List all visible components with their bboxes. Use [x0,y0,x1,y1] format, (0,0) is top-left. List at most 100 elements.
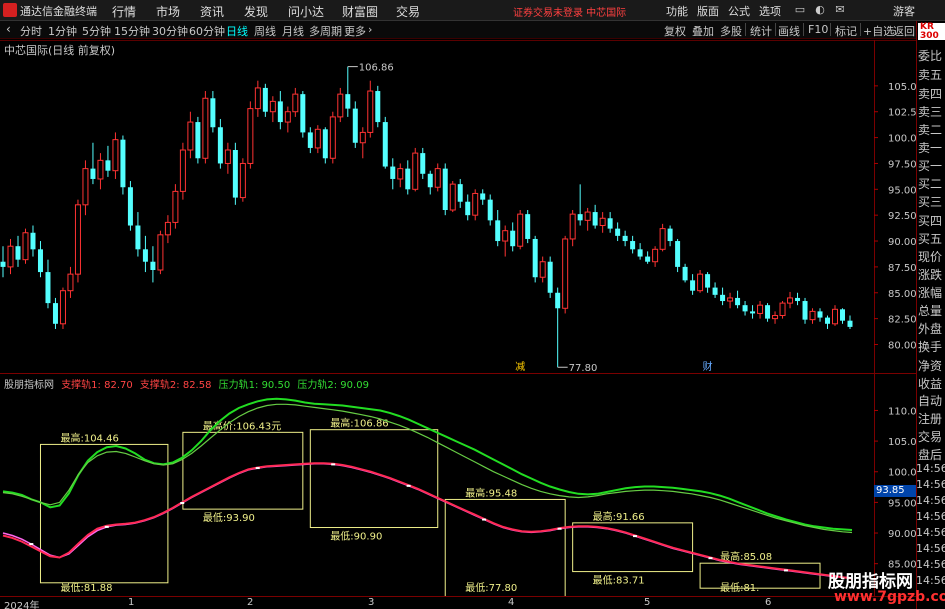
candle-body [547,261,553,293]
mark-button[interactable]: 标记 [835,23,857,39]
right-panel-label: 盘后 [918,448,943,462]
trade-time: 14:56 [916,574,945,587]
high-label: 106.86 [359,63,394,74]
kline-chart[interactable]: 105.0 102.5 100.0 97.50 95.00 92.50 90.00 87.50… [0,40,916,374]
right-panel-label: 注册 [918,412,943,426]
chevron-right-icon[interactable]: › [368,23,372,36]
indicator-name[interactable]: 股朋指标网 [4,380,54,391]
support-tick [633,535,638,538]
menu-item-market[interactable]: 行情 [112,3,136,20]
chevron-left-icon[interactable]: ‹ [6,22,11,36]
candle-body [772,315,779,320]
candle-body [52,303,58,324]
candle-body [817,311,823,318]
candle-body [457,184,463,202]
menu-item-assistant[interactable]: 问小达 [288,3,324,20]
back-button[interactable]: 返回 [893,23,915,39]
app-logo-icon [3,3,17,17]
menu-item-discover[interactable]: 发现 [244,3,268,20]
range-low-label: 最低:93.90 [203,511,255,524]
event-mark: 财 [703,360,713,373]
x-label: 6 [765,597,772,608]
right-panel-label: 买五 [918,232,943,246]
candle-body [637,249,643,257]
y-tick-label: 105.0 [888,437,916,448]
support-tick [255,467,260,470]
candle-body [720,294,726,302]
login-warning: 证券交易未登录 中芯国际 [513,8,627,19]
candle-body [442,168,448,210]
x-label: 5 [644,597,651,608]
tab-60min[interactable]: 60分钟 [189,23,225,39]
tab-15min[interactable]: 15分钟 [114,23,150,39]
candle-body [795,297,801,302]
range-high-label: 最高:104.46 [60,431,118,444]
menu-item-options[interactable]: 选项 [759,3,781,19]
candle-body [67,273,74,292]
trade-time: 14:56 [916,558,945,571]
menu-item-trade[interactable]: 交易 [396,3,420,20]
candle-body [682,266,688,281]
tab-intraday[interactable]: 分时 [20,23,42,39]
menu-bar: 通达信金融终端 行情 市场 资讯 发现 问小达 财富圈 交易 证券交易未登录 中… [0,0,945,21]
tab-30min[interactable]: 30分钟 [152,23,188,39]
event-mark: 减 [515,361,525,373]
tab-5min[interactable]: 5分钟 [82,23,111,39]
period-toolbar: ‹ 分时 1分钟 5分钟 15分钟 30分钟 60分钟 日线 周线 月线 多周期… [0,21,945,39]
multi-stock-button[interactable]: 多股 [720,23,742,39]
candle-body [630,241,636,250]
tab-daily[interactable]: 日线 [226,23,248,39]
menu-item-function[interactable]: 功能 [666,3,688,19]
lock-icon[interactable]: ▭ [792,2,808,18]
right-panel-label: 买四 [918,214,943,228]
menu-item-news[interactable]: 资讯 [200,3,224,20]
tab-multi-period[interactable]: 多周期 [309,23,342,39]
candle-body [697,273,704,292]
candle-body [359,131,366,144]
skin-icon[interactable]: ◐ [812,2,828,18]
candle-body [120,139,126,188]
support-tick [180,502,185,504]
right-panel-label: 外盘 [918,322,943,336]
candle-body [202,97,209,159]
add-watchlist-button[interactable]: +自选 [863,23,894,39]
menu-item-wealth[interactable]: 财富圈 [342,3,378,20]
candle-body [157,234,164,271]
candle-body [105,160,111,171]
candle-body [329,116,336,159]
candle-body [427,173,433,188]
adjust-button[interactable]: 复权 [664,23,686,39]
tab-1min[interactable]: 1分钟 [48,23,77,39]
indicator-chart[interactable]: 110.0105.0100.095.0090.0085.00最高:104.46最… [0,374,916,596]
candle-body [495,220,501,242]
range-low-label: 最低:81. [720,581,759,594]
candle-body [224,149,231,164]
candle-body [539,261,546,278]
right-panel-label: 卖五 [918,68,943,82]
user-label[interactable]: 游客 [893,3,915,19]
candle-body [562,238,569,309]
right-panel-label: 卖三 [918,105,943,119]
support-tick [708,557,713,560]
stats-button[interactable]: 统计 [750,23,772,39]
menu-item-sector[interactable]: 市场 [156,3,180,20]
tab-weekly[interactable]: 周线 [254,23,276,39]
draw-line-button[interactable]: 画线 [778,23,800,39]
candle-body [135,225,141,250]
candle-body [239,162,246,199]
range-low-label: 最低:81.88 [60,581,112,594]
candle-body [449,183,456,211]
kr-badge[interactable]: KR 300 [918,23,945,41]
range-low-label: 最低:83.71 [593,574,645,587]
menu-item-layout[interactable]: 版面 [697,3,719,19]
right-panel-label: 交易 [918,430,943,444]
message-icon[interactable]: ✉ [832,2,848,18]
support-tick [557,527,562,530]
tab-more[interactable]: 更多 [344,23,366,39]
x-axis: 2024年 1 2 3 4 5 6 [0,596,916,609]
tab-monthly[interactable]: 月线 [282,23,304,39]
candle-body [112,139,119,172]
overlay-button[interactable]: 叠加 [692,23,714,39]
f10-button[interactable]: F10 [808,23,828,36]
menu-item-formula[interactable]: 公式 [728,3,750,19]
